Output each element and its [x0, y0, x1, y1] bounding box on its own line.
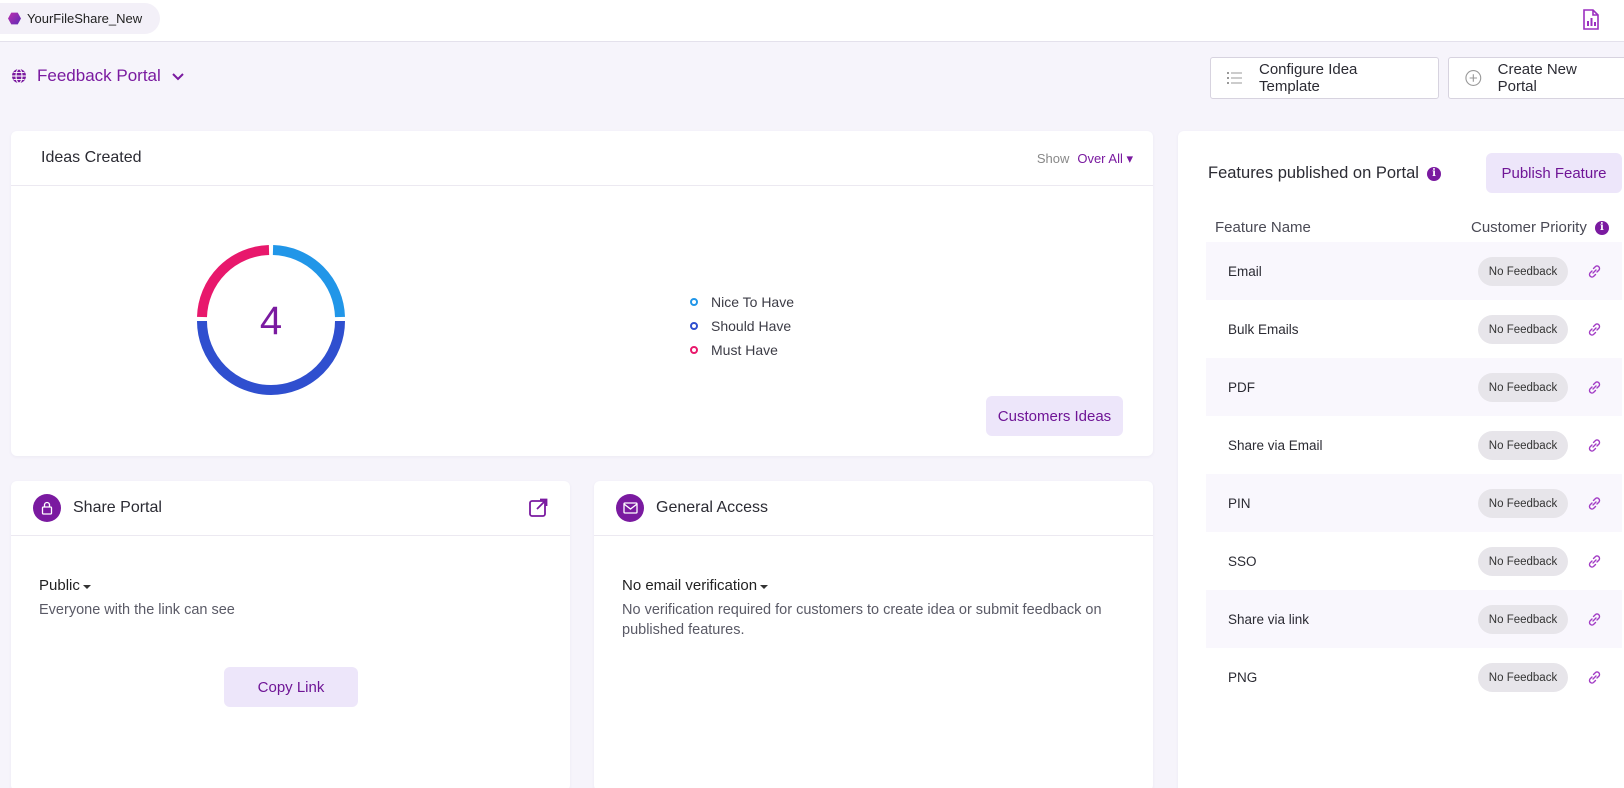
workspace-logo-icon — [8, 12, 21, 25]
ideas-donut-chart: 4 — [197, 245, 345, 395]
link-icon[interactable] — [1586, 437, 1603, 454]
info-icon[interactable]: i — [1594, 220, 1609, 235]
mail-icon — [616, 494, 644, 522]
link-icon[interactable] — [1586, 553, 1603, 570]
show-filter[interactable]: Show Over All ▾ — [1037, 151, 1133, 167]
feature-name: Email — [1228, 263, 1262, 279]
caret-down-icon — [760, 584, 769, 589]
portal-title: Feedback Portal — [37, 66, 161, 85]
create-new-portal-button[interactable]: Create New Portal — [1448, 57, 1624, 99]
donut-segment-nice-to-have — [272, 245, 345, 318]
access-description: Everyone with the link can see — [39, 602, 235, 618]
features-title: Features published on Portal i — [1208, 164, 1441, 183]
portal-header: Feedback Portal Configure Idea Template … — [0, 56, 1624, 100]
feature-row[interactable]: SSO No Feedback — [1206, 532, 1622, 590]
copy-link-button[interactable]: Copy Link — [224, 667, 358, 707]
feature-name: Share via Email — [1228, 437, 1323, 453]
link-icon[interactable] — [1586, 321, 1603, 338]
link-icon[interactable] — [1586, 263, 1603, 280]
top-bar: YourFileShare_New — [0, 0, 1624, 42]
ideas-title: Ideas Created — [41, 149, 142, 166]
feature-row[interactable]: PIN No Feedback — [1206, 474, 1622, 532]
general-access-title: General Access — [656, 499, 769, 516]
feature-row[interactable]: PNG No Feedback — [1206, 648, 1622, 706]
feature-row[interactable]: Bulk Emails No Feedback — [1206, 300, 1622, 358]
legend-item-nice-to-have: Nice To Have — [690, 290, 794, 314]
priority-badge: No Feedback — [1478, 257, 1568, 286]
show-label: Show — [1036, 151, 1070, 166]
report-icon[interactable] — [1582, 9, 1600, 30]
feature-row[interactable]: PDF No Feedback — [1206, 358, 1622, 416]
link-icon[interactable] — [1586, 495, 1603, 512]
chevron-down-icon — [172, 73, 184, 81]
feature-name: SSO — [1228, 553, 1257, 569]
priority-badge: No Feedback — [1478, 663, 1568, 692]
priority-badge: No Feedback — [1478, 489, 1568, 518]
list-icon — [1227, 72, 1242, 84]
link-icon[interactable] — [1586, 379, 1603, 396]
legend-dot — [690, 346, 698, 354]
show-value[interactable]: Over All ▾ — [1077, 151, 1133, 167]
general-access-card: General Access No email verification No … — [594, 481, 1153, 788]
priority-badge: No Feedback — [1478, 547, 1568, 576]
access-dropdown[interactable]: Public — [39, 577, 91, 594]
feature-name: PDF — [1228, 379, 1255, 395]
workspace-name: YourFileShare_New — [27, 11, 143, 26]
feature-name: Bulk Emails — [1228, 321, 1299, 337]
share-portal-card: Share Portal Public Everyone with the li… — [11, 481, 570, 788]
col-header-customer-priority: Customer Priority i — [1471, 219, 1609, 236]
priority-badge: No Feedback — [1478, 605, 1568, 634]
globe-icon — [12, 68, 26, 84]
publish-feature-button[interactable]: Publish Feature — [1486, 153, 1622, 193]
create-label: Create New Portal — [1497, 61, 1577, 95]
legend-item-must-have: Must Have — [690, 338, 794, 362]
priority-badge: No Feedback — [1478, 431, 1568, 460]
legend-item-should-have: Should Have — [690, 314, 794, 338]
feature-name: PNG — [1228, 669, 1258, 685]
feature-row[interactable]: Share via link No Feedback — [1206, 590, 1622, 648]
priority-badge: No Feedback — [1478, 315, 1568, 344]
configure-idea-template-button[interactable]: Configure Idea Template — [1210, 57, 1439, 99]
feature-row[interactable]: Share via Email No Feedback — [1206, 416, 1622, 474]
share-portal-title: Share Portal — [73, 499, 162, 516]
customers-ideas-button[interactable]: Customers Ideas — [986, 396, 1123, 436]
col-header-feature-name: Feature Name — [1215, 219, 1311, 236]
external-link-icon[interactable] — [528, 498, 548, 518]
priority-badge: No Feedback — [1478, 373, 1568, 402]
feature-row[interactable]: Email No Feedback — [1206, 242, 1622, 300]
configure-label: Configure Idea Template — [1258, 61, 1358, 95]
link-icon[interactable] — [1586, 669, 1603, 686]
workspace-switcher[interactable]: YourFileShare_New — [0, 3, 161, 34]
link-icon[interactable] — [1586, 611, 1603, 628]
feature-name: Share via link — [1228, 611, 1310, 627]
ideas-legend: Nice To Have Should Have Must Have — [690, 290, 794, 362]
plus-circle-icon — [1465, 70, 1482, 86]
portal-selector[interactable]: Feedback Portal — [11, 66, 185, 86]
info-icon[interactable]: i — [1426, 166, 1441, 181]
lock-icon — [33, 494, 61, 522]
legend-dot — [690, 298, 698, 306]
donut-total: 4 — [260, 299, 282, 343]
verification-dropdown[interactable]: No email verification — [622, 577, 769, 594]
features-card: Features published on Portal i Publish F… — [1178, 131, 1624, 788]
legend-dot — [690, 322, 698, 330]
feature-name: PIN — [1228, 495, 1251, 511]
caret-down-icon — [82, 584, 91, 589]
verification-description: No verification required for customers t… — [622, 602, 1102, 638]
ideas-created-card: Ideas Created Show Over All ▾ — [11, 131, 1153, 456]
